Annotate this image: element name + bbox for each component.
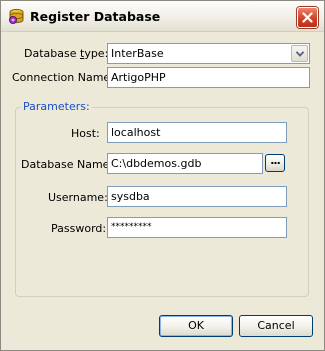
connection-name-label: Connection Name: bbox=[12, 71, 114, 84]
password-input[interactable]: ********* bbox=[107, 217, 287, 238]
password-label: Password: bbox=[51, 222, 107, 235]
close-button[interactable] bbox=[297, 7, 318, 28]
database-name-input[interactable]: C:\dbdemos.gdb bbox=[107, 153, 263, 174]
ok-button[interactable]: OK bbox=[159, 315, 233, 337]
username-input[interactable]: sysdba bbox=[107, 186, 287, 207]
database-name-label: Database Name: bbox=[21, 158, 114, 171]
close-icon bbox=[302, 12, 313, 23]
username-label: Username: bbox=[48, 191, 108, 204]
database-type-value: InterBase bbox=[111, 47, 164, 60]
parameters-group-title: Parameters: bbox=[21, 100, 92, 113]
title-bar[interactable]: Register Database bbox=[1, 1, 324, 32]
database-type-select[interactable]: InterBase bbox=[107, 43, 310, 64]
database-type-label: Database type: bbox=[24, 47, 109, 60]
chevron-down-icon bbox=[296, 51, 304, 57]
window-title: Register Database bbox=[30, 9, 161, 24]
database-register-icon bbox=[8, 8, 25, 25]
browse-button[interactable]: ... bbox=[265, 154, 285, 172]
connection-name-input[interactable]: ArtigoPHP bbox=[107, 67, 310, 88]
dropdown-button[interactable] bbox=[291, 45, 308, 62]
register-database-dialog: Register Database Database type: InterBa… bbox=[0, 0, 325, 351]
host-input[interactable]: localhost bbox=[107, 122, 287, 143]
host-label: Host: bbox=[71, 127, 100, 140]
cancel-button[interactable]: Cancel bbox=[239, 315, 313, 337]
